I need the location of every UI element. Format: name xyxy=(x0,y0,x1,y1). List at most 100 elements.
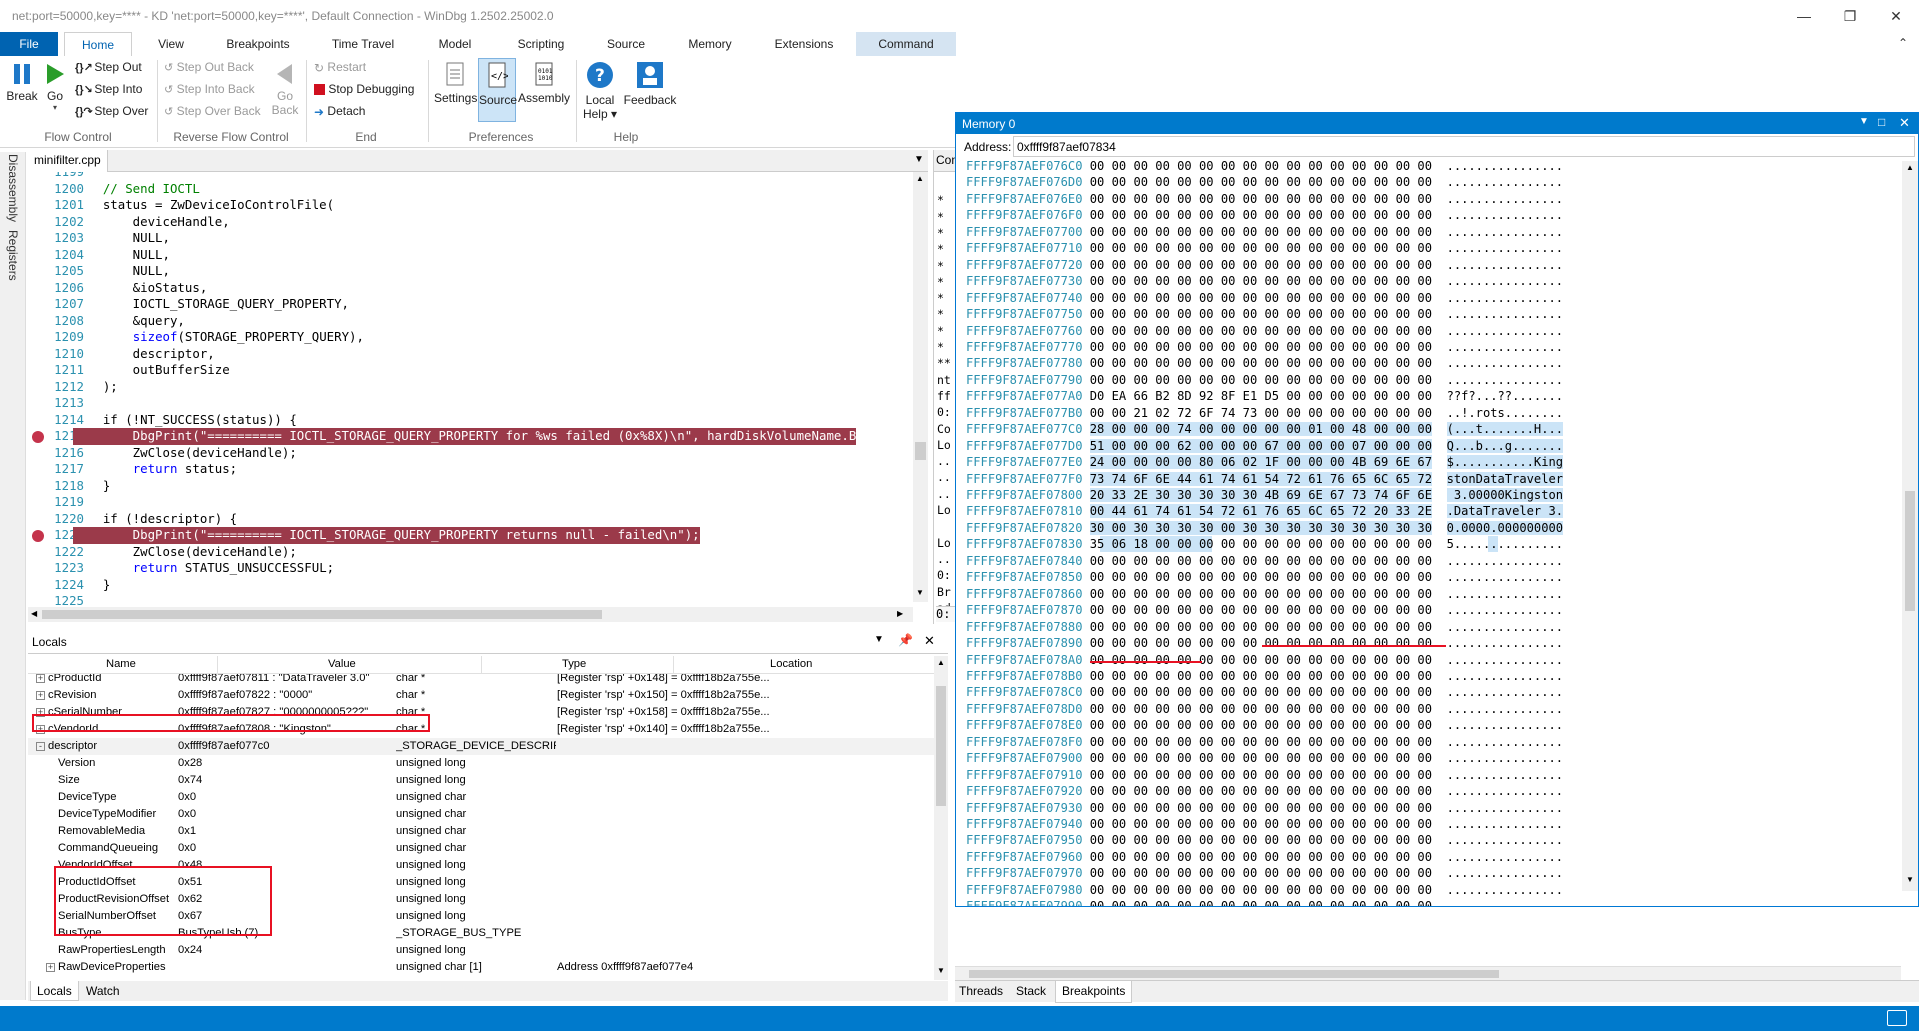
memory-row[interactable]: FFFF9F87AEF07790 00 00 00 00 00 00 00 00… xyxy=(966,372,1563,389)
source-horizontal-scrollbar[interactable]: ◀ ▶ xyxy=(28,607,913,622)
go-dropdown-icon[interactable]: ▾ xyxy=(42,103,68,112)
feedback-button[interactable]: Feedback xyxy=(622,60,678,107)
close-button[interactable]: ✕ xyxy=(1873,0,1919,32)
column-value[interactable]: Value xyxy=(328,658,356,670)
code-line[interactable]: 1204 NULL, xyxy=(28,247,913,264)
tab-view[interactable]: View xyxy=(146,32,196,56)
memory-row[interactable]: FFFF9F87AEF07860 00 00 00 00 00 00 00 00… xyxy=(966,586,1563,603)
restart-button[interactable]: ↻ Restart xyxy=(314,60,366,75)
code-view[interactable]: 11991200 // Send IOCTL1201 status = ZwDe… xyxy=(28,172,913,620)
memory-row[interactable]: FFFF9F87AEF07930 00 00 00 00 00 00 00 00… xyxy=(966,800,1563,817)
maximize-panel-icon[interactable]: □ xyxy=(1878,115,1885,129)
tab-source[interactable]: Source xyxy=(598,32,654,56)
column-name[interactable]: Name xyxy=(106,658,136,670)
memory-row[interactable]: FFFF9F87AEF07960 00 00 00 00 00 00 00 00… xyxy=(966,849,1563,866)
assembly-button[interactable]: 0101 1010 Assembly xyxy=(518,62,570,105)
memory-row[interactable]: FFFF9F87AEF076F0 00 00 00 00 00 00 00 00… xyxy=(966,207,1563,224)
memory-row[interactable]: FFFF9F87AEF078A0 00 00 00 00 00 00 00 00… xyxy=(966,652,1563,669)
chat-icon[interactable] xyxy=(1887,1010,1907,1026)
code-line[interactable]: 1200 // Send IOCTL xyxy=(28,181,913,198)
step-out-back-button[interactable]: ↺ Step Out Back xyxy=(164,60,254,74)
locals-row[interactable]: Size 0x74 unsigned long xyxy=(28,772,934,789)
memory-row[interactable]: FFFF9F87AEF07760 00 00 00 00 00 00 00 00… xyxy=(966,323,1563,340)
code-line[interactable]: 1208 &query, xyxy=(28,313,913,330)
step-into-back-button[interactable]: ↺ Step Into Back xyxy=(164,82,255,96)
code-line[interactable]: 1221 DbgPrint("========== IOCTL_STORAGE_… xyxy=(28,527,913,544)
memory-row[interactable]: FFFF9F87AEF07880 00 00 00 00 00 00 00 00… xyxy=(966,619,1563,636)
memory-row[interactable]: FFFF9F87AEF07730 00 00 00 00 00 00 00 00… xyxy=(966,273,1563,290)
locals-row[interactable]: DeviceType 0x0 unsigned char xyxy=(28,789,934,806)
memory-row[interactable]: FFFF9F87AEF07830 35 06 18 00 00 00 00 00… xyxy=(966,536,1563,553)
code-line[interactable]: 1205 NULL, xyxy=(28,263,913,280)
tab-time-travel[interactable]: Time Travel xyxy=(323,32,403,56)
code-line[interactable]: 1216 ZwClose(deviceHandle); xyxy=(28,445,913,462)
break-button[interactable]: Break xyxy=(4,62,40,103)
locals-row[interactable]: RawPropertiesLength 0x24 unsigned long xyxy=(28,942,934,959)
tab-model[interactable]: Model xyxy=(429,32,481,56)
memory-row[interactable]: FFFF9F87AEF078D0 00 00 00 00 00 00 00 00… xyxy=(966,701,1563,718)
source-vertical-scrollbar[interactable]: ▲ ▼ xyxy=(913,172,928,602)
tab-stack[interactable]: Stack xyxy=(1016,984,1046,998)
memory-row[interactable]: FFFF9F87AEF077A0 D0 EA 66 B2 8D 92 8F E1… xyxy=(966,388,1563,405)
code-line[interactable]: 1222 ZwClose(deviceHandle); xyxy=(28,544,913,561)
memory-row[interactable]: FFFF9F87AEF07890 00 00 00 00 00 00 00 00… xyxy=(966,635,1563,652)
code-line[interactable]: 1217 return status; xyxy=(28,461,913,478)
settings-button[interactable]: Settings xyxy=(434,62,477,105)
memory-row[interactable]: FFFF9F87AEF07780 00 00 00 00 00 00 00 00… xyxy=(966,355,1563,372)
local-help-button[interactable]: ? Local Help ▾ xyxy=(580,60,620,121)
tab-file[interactable]: File xyxy=(0,32,58,56)
side-tab-disassembly[interactable]: Disassembly xyxy=(6,154,20,222)
locals-row[interactable]: + RawDeviceProperties unsigned char [1] Add… xyxy=(28,959,934,976)
memory-row[interactable]: FFFF9F87AEF07870 00 00 00 00 00 00 00 00… xyxy=(966,602,1563,619)
tab-watch[interactable]: Watch xyxy=(80,981,126,1001)
tab-memory[interactable]: Memory xyxy=(680,32,740,56)
code-line[interactable]: 1219 xyxy=(28,494,913,511)
collapse-icon[interactable]: - xyxy=(36,742,45,751)
tab-extensions[interactable]: Extensions xyxy=(766,32,842,56)
memory-row[interactable]: FFFF9F87AEF07950 00 00 00 00 00 00 00 00… xyxy=(966,832,1563,849)
column-type[interactable]: Type xyxy=(562,658,586,670)
locals-row[interactable]: RemovableMedia 0x1 unsigned char xyxy=(28,823,934,840)
memory-row[interactable]: FFFF9F87AEF07710 00 00 00 00 00 00 00 00… xyxy=(966,240,1563,257)
memory-row[interactable]: FFFF9F87AEF077D0 51 00 00 00 62 00 00 00… xyxy=(966,438,1564,455)
memory-row[interactable]: FFFF9F87AEF078C0 00 00 00 00 00 00 00 00… xyxy=(966,684,1563,701)
go-button[interactable]: Go ▾ xyxy=(42,62,68,112)
code-line[interactable]: 1218 } xyxy=(28,478,913,495)
locals-row[interactable]: DeviceTypeModifier 0x0 unsigned char xyxy=(28,806,934,823)
expand-icon[interactable]: + xyxy=(36,674,45,683)
side-tab-registers[interactable]: Registers xyxy=(6,230,20,281)
memory-row[interactable]: FFFF9F87AEF078F0 00 00 00 00 00 00 00 00… xyxy=(966,734,1563,751)
source-mode-button[interactable]: </> Source xyxy=(478,58,517,122)
minimize-button[interactable]: — xyxy=(1781,0,1827,32)
memory-row[interactable]: FFFF9F87AEF07750 00 00 00 00 00 00 00 00… xyxy=(966,306,1563,323)
memory-row[interactable]: FFFF9F87AEF07810 00 44 61 74 61 54 72 61… xyxy=(966,503,1564,520)
memory-row[interactable]: FFFF9F87AEF07740 00 00 00 00 00 00 00 00… xyxy=(966,290,1563,307)
tab-scripting[interactable]: Scripting xyxy=(506,32,576,56)
locals-row[interactable]: Version 0x28 unsigned long xyxy=(28,755,934,772)
code-line[interactable]: 1223 return STATUS_UNSUCCESSFUL; xyxy=(28,560,913,577)
code-line[interactable]: 1206 &ioStatus, xyxy=(28,280,913,297)
memory-row[interactable]: FFFF9F87AEF07700 00 00 00 00 00 00 00 00… xyxy=(966,224,1563,241)
panel-options-icon[interactable]: ▼ xyxy=(1859,116,1869,127)
code-line[interactable]: 1214 if (!NT_SUCCESS(status)) { xyxy=(28,412,913,429)
memory-row[interactable]: FFFF9F87AEF07910 00 00 00 00 00 00 00 00… xyxy=(966,767,1563,784)
memory-row[interactable]: FFFF9F87AEF07720 00 00 00 00 00 00 00 00… xyxy=(966,257,1563,274)
detach-button[interactable]: ➜ Detach xyxy=(314,104,365,119)
memory-view[interactable]: FFFF9F87AEF076C0 00 00 00 00 00 00 00 00… xyxy=(956,161,1902,906)
memory-row[interactable]: FFFF9F87AEF07980 00 00 00 00 00 00 00 00… xyxy=(966,882,1563,899)
code-line[interactable]: 1203 NULL, xyxy=(28,230,913,247)
close-panel-icon[interactable]: ✕ xyxy=(1899,115,1910,131)
pin-icon[interactable]: 📌 xyxy=(898,633,913,647)
expand-icon[interactable]: + xyxy=(46,963,55,972)
code-line[interactable]: 1212 ); xyxy=(28,379,913,396)
memory-row[interactable]: FFFF9F87AEF077B0 00 00 21 02 72 6F 74 73… xyxy=(966,405,1563,422)
locals-row[interactable]: - descriptor 0xffff9f87aef077c0 _STORAGE_DE… xyxy=(28,738,934,755)
tab-home[interactable]: Home xyxy=(64,32,132,56)
memory-vertical-scrollbar[interactable]: ▲ ▼ xyxy=(1902,161,1918,891)
step-into-button[interactable]: {}↘ Step Into xyxy=(75,82,142,96)
step-over-back-button[interactable]: ↺ Step Over Back xyxy=(164,104,261,118)
memory-row[interactable]: FFFF9F87AEF076C0 00 00 00 00 00 00 00 00… xyxy=(966,161,1563,175)
locals-row[interactable]: CommandQueueing 0x0 unsigned char xyxy=(28,840,934,857)
memory-row[interactable]: FFFF9F87AEF07900 00 00 00 00 00 00 00 00… xyxy=(966,750,1563,767)
memory-row[interactable]: FFFF9F87AEF07850 00 00 00 00 00 00 00 00… xyxy=(966,569,1563,586)
